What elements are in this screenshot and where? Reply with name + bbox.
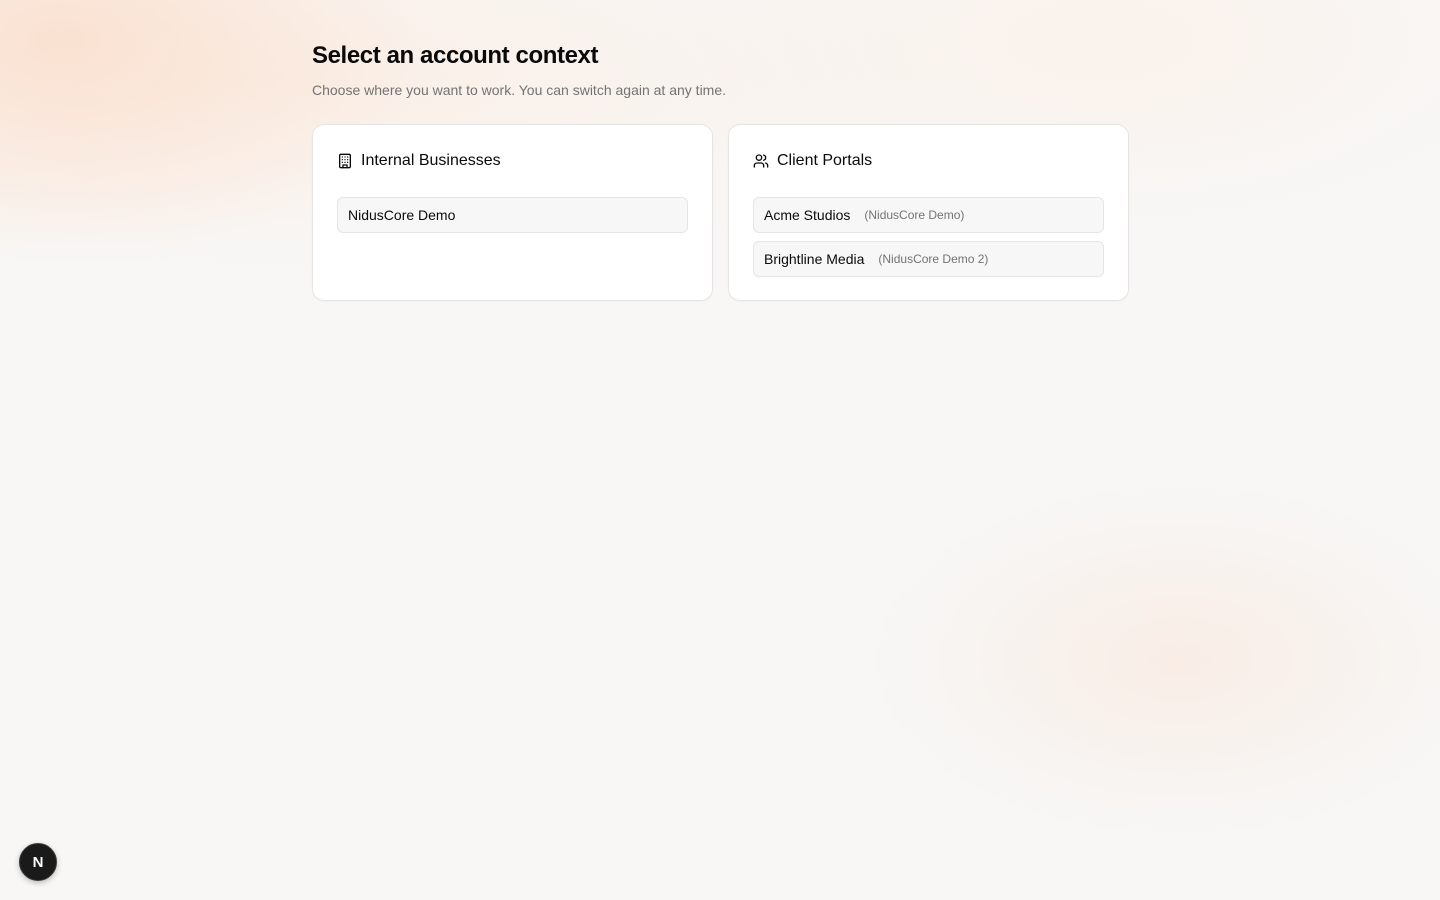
account-name: NidusCore Demo: [348, 207, 456, 223]
internal-businesses-card: Internal Businesses NidusCore Demo: [312, 124, 713, 301]
client-portal-list: Acme Studios (NidusCore Demo) Brightline…: [753, 197, 1104, 277]
card-header: Internal Businesses: [337, 149, 688, 173]
card-title: Internal Businesses: [361, 152, 501, 169]
account-item-acme-studios[interactable]: Acme Studios (NidusCore Demo): [753, 197, 1104, 233]
account-parent: (NidusCore Demo 2): [878, 252, 989, 266]
card-header: Client Portals: [753, 149, 1104, 173]
card-title: Client Portals: [777, 152, 873, 169]
client-portals-card: Client Portals Acme Studios (NidusCore D…: [728, 124, 1129, 301]
account-name: Brightline Media: [764, 251, 865, 267]
building-icon: [337, 153, 353, 169]
users-icon: [753, 153, 769, 169]
context-cards: Internal Businesses NidusCore Demo Clien…: [312, 124, 1129, 301]
account-name: Acme Studios: [764, 207, 851, 223]
page-title: Select an account context: [312, 42, 599, 69]
nextjs-dev-badge[interactable]: N: [19, 843, 57, 881]
account-item-brightline-media[interactable]: Brightline Media (NidusCore Demo 2): [753, 241, 1104, 277]
page-subtitle: Choose where you want to work. You can s…: [312, 82, 727, 98]
account-context-page: Select an account context Choose where y…: [312, 40, 1129, 301]
internal-business-list: NidusCore Demo: [337, 197, 688, 233]
nextjs-icon: N: [32, 853, 44, 871]
account-parent: (NidusCore Demo): [864, 208, 965, 222]
account-item-niduscore-demo[interactable]: NidusCore Demo: [337, 197, 688, 233]
